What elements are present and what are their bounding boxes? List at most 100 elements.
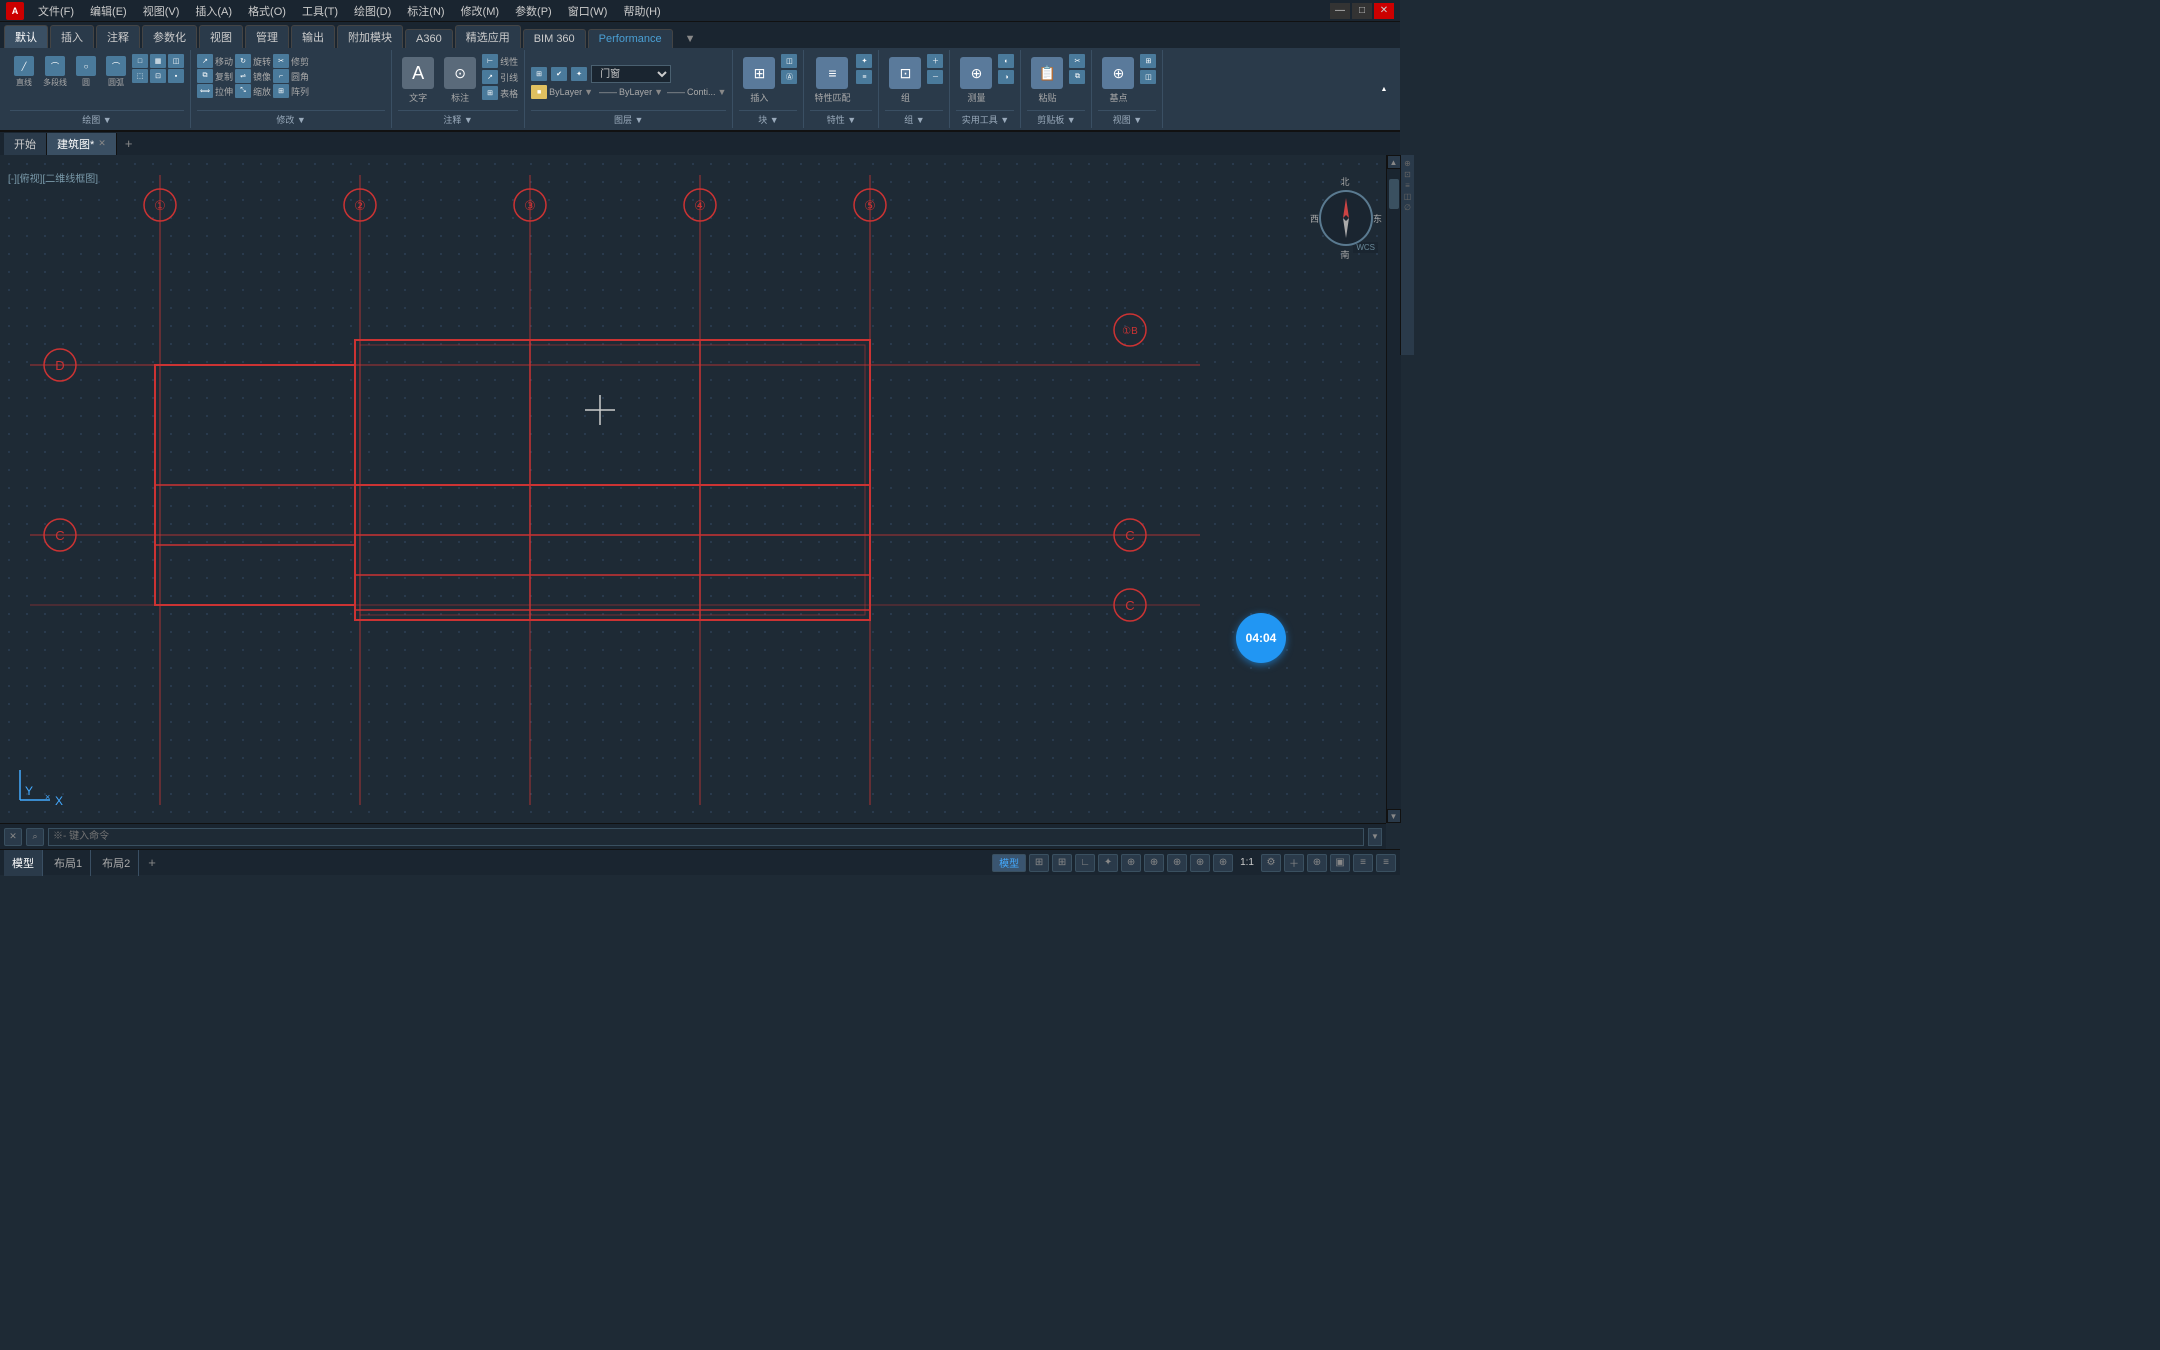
minimize-button[interactable]: — [1330, 3, 1350, 19]
color-icon[interactable]: ■ [531, 85, 547, 99]
tab-manage[interactable]: 管理 [245, 25, 289, 48]
maximize-button[interactable]: □ [1352, 3, 1372, 19]
workspace-btn[interactable]: ≡ [1376, 854, 1396, 872]
scroll-up-button[interactable]: ▲ [1387, 155, 1401, 169]
menu-window[interactable]: 窗口(W) [560, 1, 616, 21]
snap-btn[interactable]: ⊞ [1052, 854, 1072, 872]
gradient-icon[interactable]: ◫ [168, 54, 184, 68]
group-remove-icon[interactable]: － [927, 70, 943, 84]
status-tab-model[interactable]: 模型 [4, 850, 43, 876]
region-icon[interactable]: ⊡ [150, 69, 166, 83]
snap-icon3[interactable]: ≡ [1405, 181, 1410, 190]
tab-output[interactable]: 输出 [291, 25, 335, 48]
boundary-icon[interactable]: ⬚ [132, 69, 148, 83]
status-tab-layout1[interactable]: 布局1 [46, 850, 91, 876]
tool-arc[interactable]: ⌒ 圆弧 [102, 54, 130, 90]
hatch-icon[interactable]: ▦ [150, 54, 166, 68]
bylayer-dropdown1[interactable]: ▼ [584, 87, 593, 97]
tab-annotate[interactable]: 注释 [96, 25, 140, 48]
bylayer-dropdown2[interactable]: ▼ [654, 87, 663, 97]
menu-modify[interactable]: 修改(M) [453, 1, 508, 21]
tab-performance[interactable]: Performance [588, 29, 673, 48]
layer-selector[interactable]: 门窗 墙体 [591, 65, 671, 83]
menu-format[interactable]: 格式(O) [240, 1, 294, 21]
linear-dim-icon[interactable]: ⊢ [482, 54, 498, 68]
group-add-icon[interactable]: ＋ [927, 54, 943, 68]
view2-icon[interactable]: ◫ [1140, 70, 1156, 84]
move-icon[interactable]: ↗ [197, 54, 213, 68]
layer-current-icon[interactable]: ✔ [551, 67, 567, 81]
command-input[interactable] [48, 828, 1364, 846]
tool-properties[interactable]: ≡ 特性匹配 [810, 54, 854, 107]
tool-polyline[interactable]: ⌒ 多段线 [40, 54, 70, 90]
ortho-btn[interactable]: ∟ [1075, 854, 1095, 872]
settings-btn[interactable]: ⚙ [1261, 854, 1281, 872]
menu-annotate[interactable]: 标注(N) [399, 1, 452, 21]
menu-edit[interactable]: 编辑(E) [82, 1, 135, 21]
menu-insert[interactable]: 插入(A) [187, 1, 240, 21]
tab-addon[interactable]: 附加模块 [337, 25, 403, 48]
tab-a360[interactable]: A360 [405, 29, 453, 48]
model-btn[interactable]: 模型 [992, 854, 1026, 872]
doc-tab-add[interactable]: + [117, 133, 141, 154]
tab-default[interactable]: 默认 [4, 25, 48, 48]
tool-line[interactable]: ╱ 直线 [10, 54, 38, 90]
cut-icon[interactable]: ✂ [1069, 54, 1085, 68]
otrack-btn[interactable]: ⊕ [1144, 854, 1164, 872]
polar-btn[interactable]: ✦ [1098, 854, 1118, 872]
lineweight-btn[interactable]: ⊕ [1190, 854, 1210, 872]
menu-view[interactable]: 视图(V) [135, 1, 188, 21]
command-search-button[interactable]: ⌕ [26, 828, 44, 846]
copy-icon[interactable]: ⧉ [197, 69, 213, 83]
leader-icon[interactable]: ↗ [482, 70, 498, 84]
scale-icon[interactable]: ⤡ [235, 84, 251, 98]
tab-insert[interactable]: 插入 [50, 25, 94, 48]
close-button[interactable]: ✕ [1374, 3, 1394, 19]
snap-icon5[interactable]: ∅ [1404, 203, 1411, 212]
osnap-btn[interactable]: ⊕ [1121, 854, 1141, 872]
snap-icon4[interactable]: ◫ [1404, 192, 1412, 201]
command-cancel-button[interactable]: ✕ [4, 828, 22, 846]
copy2-icon[interactable]: ⧉ [1069, 70, 1085, 84]
tab-parametric[interactable]: 参数化 [142, 25, 197, 48]
trim-icon[interactable]: ✂ [273, 54, 289, 68]
utility1-icon[interactable]: ◐ [998, 54, 1014, 68]
tool-text[interactable]: A 文字 [398, 54, 438, 107]
zoom-fit-btn[interactable]: ⊕ [1307, 854, 1327, 872]
menu-tools[interactable]: 工具(T) [294, 1, 346, 21]
drawing-canvas[interactable]: ① ② ③ ④ ⑤ D C ①B C C [0, 155, 1386, 823]
match-prop-icon[interactable]: ✦ [856, 54, 872, 68]
tool-insert-block[interactable]: ⊞ 插入 [739, 54, 779, 107]
menu-draw[interactable]: 绘图(D) [346, 1, 399, 21]
tab-bim360[interactable]: BIM 360 [523, 29, 586, 48]
tab-more[interactable]: ▼ [679, 30, 702, 48]
tool-mark[interactable]: ⊙ 标注 [440, 54, 480, 107]
mirror-icon[interactable]: ⇌ [235, 69, 251, 83]
rect-icon[interactable]: □ [132, 54, 148, 68]
snap-icon2[interactable]: ⊡ [1404, 170, 1411, 179]
bylayer-dropdown3[interactable]: ▼ [718, 87, 727, 97]
array-icon[interactable]: ⊞ [273, 84, 289, 98]
scroll-thumb[interactable] [1389, 179, 1399, 209]
tpmode-btn[interactable]: ⊕ [1213, 854, 1233, 872]
dynin-btn[interactable]: ⊕ [1167, 854, 1187, 872]
collapse-ribbon-icon[interactable]: ▲ [1376, 82, 1392, 96]
menu-param[interactable]: 参数(P) [507, 1, 560, 21]
doc-tab-arch[interactable]: 建筑图* ✕ [47, 133, 117, 155]
stretch-icon[interactable]: ⟺ [197, 84, 213, 98]
layer-prop-icon[interactable]: ⊞ [531, 67, 547, 81]
doc-tab-close[interactable]: ✕ [98, 138, 106, 149]
tool-circle[interactable]: ○ 圆 [72, 54, 100, 90]
tab-view[interactable]: 视图 [199, 25, 243, 48]
block-create-icon[interactable]: ◫ [781, 54, 797, 68]
timer-badge[interactable]: 04:04 [1236, 613, 1286, 663]
tool-measure[interactable]: ⊕ 测量 [956, 54, 996, 107]
block-attr-icon[interactable]: Ⓐ [781, 70, 797, 84]
wipeout-icon[interactable]: ▪ [168, 69, 184, 83]
status-tab-add[interactable]: + [142, 854, 162, 871]
layer-match-icon[interactable]: ✦ [571, 67, 587, 81]
menu-help[interactable]: 帮助(H) [615, 1, 668, 21]
status-tab-layout2[interactable]: 布局2 [94, 850, 139, 876]
zoom-plus-btn[interactable]: ＋ [1284, 854, 1304, 872]
doc-tab-start[interactable]: 开始 [4, 133, 47, 155]
